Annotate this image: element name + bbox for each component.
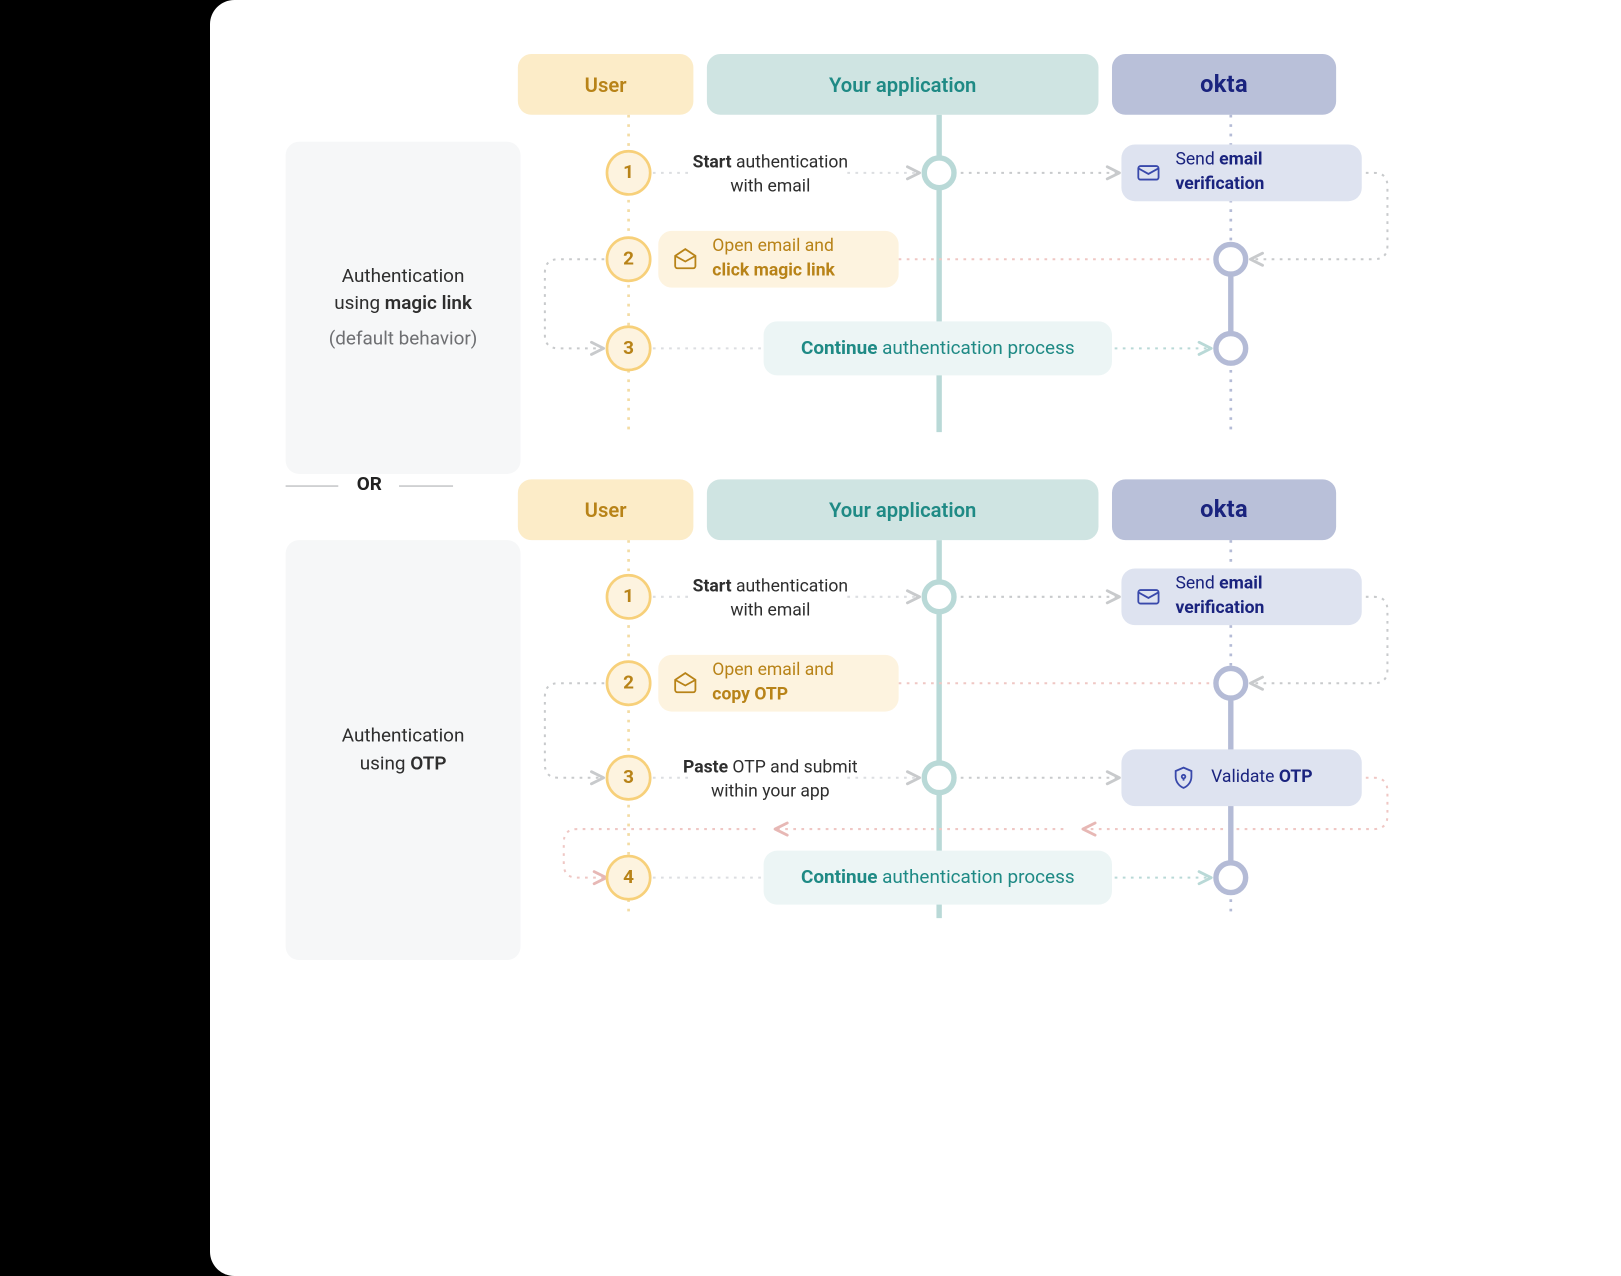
- magic-start-a: Start: [693, 153, 732, 173]
- panel-magic-line2a: using: [334, 293, 385, 315]
- otp-app-node-3: [922, 760, 957, 795]
- otp-paste-c: within your app: [683, 780, 859, 804]
- magic-email-b: email: [1219, 150, 1262, 170]
- otp-okta-email-box: Send email verification: [1122, 568, 1362, 625]
- lane-okta-otp: okta: [1112, 479, 1336, 540]
- shield-lock-icon: [1171, 764, 1198, 791]
- otp-start-a: Start: [693, 577, 732, 597]
- otp-paste-text: Paste OTP and submit within your app: [683, 756, 859, 803]
- otp-step-2: 2: [606, 660, 652, 706]
- magic-step-3: 3: [606, 325, 652, 371]
- otp-validate-b: OTP: [1279, 767, 1313, 787]
- lane-user-otp: User: [518, 479, 694, 540]
- panel-magic-link: Authentication using magic link (default…: [286, 142, 521, 474]
- mail-icon: [1135, 159, 1162, 186]
- magic-open-email-box: Open email and click magic link: [658, 231, 898, 288]
- magic-cont-b: authentication process: [878, 338, 1075, 360]
- otp-email-b: email: [1219, 574, 1262, 594]
- otp-validate-box: Validate OTP: [1122, 749, 1362, 806]
- otp-app-node-1: [922, 579, 957, 614]
- otp-continue-box: Continue authentication process: [764, 851, 1112, 905]
- otp-step-1: 1: [606, 574, 652, 620]
- magic-start-c: with email: [691, 175, 850, 199]
- otp-start-b: authentication: [732, 577, 848, 597]
- otp-paste-b: OTP and submit: [728, 757, 858, 777]
- mail-open-icon: [672, 670, 699, 697]
- panel-magic-sub: (default behavior): [302, 326, 505, 353]
- otp-open-email-box: Open email and copy OTP: [658, 655, 898, 712]
- otp-cont-b: authentication process: [878, 867, 1075, 889]
- mail-open-icon: [672, 246, 699, 273]
- magic-app-node-1: [922, 155, 957, 190]
- lane-okta: okta: [1112, 54, 1336, 115]
- otp-paste-a: Paste: [683, 757, 728, 777]
- separator-or: OR: [345, 474, 394, 496]
- magic-continue-box: Continue authentication process: [764, 321, 1112, 375]
- otp-open-a: Open email and: [712, 661, 834, 681]
- panel-otp-line2b: OTP: [410, 753, 446, 775]
- otp-okta-node-4: [1213, 860, 1248, 895]
- magic-cont-a: Continue: [801, 338, 877, 360]
- panel-magic-line2b: magic link: [385, 293, 472, 315]
- magic-open-a: Open email and: [712, 237, 834, 257]
- lane-app: Your application: [707, 54, 1099, 115]
- magic-step-1: 1: [606, 150, 652, 196]
- lane-user: User: [518, 54, 694, 115]
- magic-start-b: authentication: [732, 153, 848, 173]
- otp-open-b: copy OTP: [712, 685, 788, 705]
- panel-magic-line1: Authentication: [342, 265, 465, 287]
- panel-otp: Authentication using OTP: [286, 540, 521, 960]
- otp-step-4: 4: [606, 855, 652, 901]
- magic-email-a: Send: [1176, 150, 1220, 170]
- otp-email-c: verification: [1176, 598, 1265, 618]
- magic-open-b: click magic link: [712, 261, 835, 281]
- magic-start-text: Start authentication with email: [691, 151, 850, 198]
- panel-otp-line2a: using: [360, 753, 411, 775]
- otp-start-text: Start authentication with email: [691, 575, 850, 622]
- otp-cont-a: Continue: [801, 867, 877, 889]
- otp-start-c: with email: [691, 599, 850, 623]
- mail-icon: [1135, 583, 1162, 610]
- magic-step-2: 2: [606, 236, 652, 282]
- magic-email-c: verification: [1176, 174, 1265, 194]
- otp-step-3: 3: [606, 755, 652, 801]
- lane-app-otp: Your application: [707, 479, 1099, 540]
- magic-okta-node-2: [1213, 242, 1248, 277]
- otp-okta-node-2: [1213, 666, 1248, 701]
- magic-okta-node-3: [1213, 331, 1248, 366]
- otp-email-a: Send: [1176, 574, 1220, 594]
- otp-validate-a: Validate: [1211, 767, 1279, 787]
- diagram-canvas: Authentication using magic link (default…: [210, 0, 1621, 1276]
- panel-otp-line1: Authentication: [342, 725, 465, 747]
- magic-okta-email-box: Send email verification: [1122, 144, 1362, 201]
